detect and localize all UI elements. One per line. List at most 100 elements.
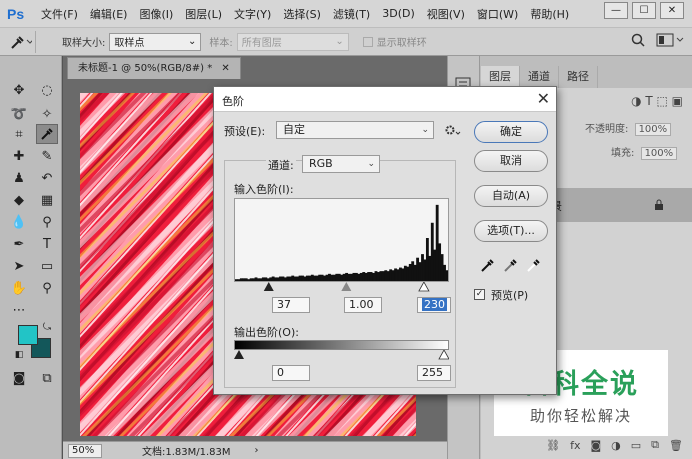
output-levels-slider[interactable] — [234, 350, 449, 360]
eraser-tool-icon[interactable]: ◆ — [8, 190, 30, 210]
channel-select[interactable]: RGB ⌄ — [302, 155, 380, 173]
menu-type[interactable]: 文字(Y) — [234, 6, 271, 22]
default-colors-icon[interactable]: ◧ — [12, 348, 26, 362]
trash-icon[interactable]: 🗑 — [669, 439, 683, 452]
workspace-switcher-icon[interactable] — [656, 32, 686, 48]
sample-size-select[interactable]: 取样点 ⌄ — [109, 32, 202, 51]
new-layer-icon[interactable]: ⧉ — [651, 438, 659, 452]
input-gamma-field[interactable]: 1.00 — [344, 297, 382, 313]
output-black-handle[interactable] — [234, 350, 244, 359]
histogram-bar — [406, 266, 410, 281]
menu-image[interactable]: 图像(I) — [139, 6, 173, 22]
eyedropper-tool-icon[interactable] — [36, 124, 58, 144]
move-tool-icon[interactable]: ✥ — [8, 80, 30, 100]
history-brush-tool-icon[interactable]: ↶ — [36, 168, 58, 188]
screen-mode-icon[interactable]: ⧉ — [36, 368, 58, 388]
output-white-handle[interactable] — [438, 350, 449, 360]
adjustment-layer-icon[interactable]: ◑ — [611, 439, 621, 452]
menu-window[interactable]: 窗口(W) — [477, 6, 518, 22]
hand-tool-icon[interactable]: ✋ — [8, 278, 30, 298]
menu-select[interactable]: 选择(S) — [283, 6, 321, 22]
preview-checkbox[interactable]: ✓ — [474, 289, 485, 300]
foreground-color-swatch[interactable] — [18, 325, 38, 345]
dialog-titlebar[interactable]: 色阶 ✕ — [214, 87, 556, 112]
auto-button[interactable]: 自动(A) — [474, 185, 548, 207]
input-black-handle[interactable] — [263, 282, 274, 291]
close-icon[interactable]: ✕ — [537, 90, 550, 108]
cancel-button[interactable]: 取消 — [474, 150, 548, 172]
options-bar: 取样大小: 取样点 ⌄ 样本: 所有图层 ⌄ 显示取样环 — [0, 27, 692, 56]
pen-tool-icon[interactable]: ✒ — [8, 234, 30, 254]
link-layers-icon[interactable]: ⛓ — [546, 439, 560, 452]
swap-colors-icon[interactable]: ⤿ — [40, 320, 54, 334]
type-tool-icon[interactable]: T — [36, 234, 58, 254]
input-levels-slider[interactable] — [234, 282, 449, 292]
tab-layers[interactable]: 图层 — [481, 66, 520, 88]
histogram-bar — [274, 277, 278, 281]
opacity-field[interactable]: 100% — [634, 123, 672, 136]
tools-panel: ✥ ◌ ➰ ✧ ⌗ ✚ ✎ ♟ ↶ ◆ ▦ 💧 ⚲ ✒ T ➤ ▭ ✋ ⚲ ⋯ … — [0, 56, 62, 459]
preset-label: 预设(E): — [224, 125, 266, 138]
search-icon[interactable] — [630, 32, 646, 48]
menu-filter[interactable]: 滤镜(T) — [333, 6, 370, 22]
restore-button[interactable]: ☐ — [632, 2, 656, 19]
more-tools-icon[interactable]: ⋯ — [8, 300, 30, 320]
minimize-button[interactable]: — — [604, 2, 628, 19]
menu-help[interactable]: 帮助(H) — [530, 6, 569, 22]
menu-view[interactable]: 视图(V) — [427, 6, 465, 22]
brush-tool-icon[interactable]: ✎ — [36, 146, 58, 166]
gear-icon[interactable] — [444, 123, 462, 137]
menu-3d[interactable]: 3D(D) — [382, 7, 415, 20]
menu-edit[interactable]: 编辑(E) — [90, 6, 128, 22]
menu-file[interactable]: 文件(F) — [41, 6, 78, 22]
gradient-tool-icon[interactable]: ▦ — [36, 190, 58, 210]
histogram-bar — [401, 268, 405, 281]
close-tab-icon[interactable]: ✕ — [221, 63, 229, 74]
histogram-bar — [269, 277, 273, 281]
histogram-bar — [372, 272, 375, 281]
zoom-tool-icon[interactable]: ⚲ — [36, 278, 58, 298]
fill-field[interactable]: 100% — [640, 147, 678, 160]
new-group-icon[interactable]: ▭ — [631, 439, 641, 452]
dodge-tool-icon[interactable]: ⚲ — [36, 212, 58, 232]
fx-icon[interactable]: fx — [570, 439, 580, 452]
add-mask-icon[interactable]: ◙ — [590, 439, 601, 452]
white-point-eyedropper-icon[interactable] — [526, 257, 542, 273]
quick-mask-icon[interactable]: ◙ — [8, 368, 30, 388]
preset-select[interactable]: 自定 ⌄ — [276, 121, 434, 139]
ok-button[interactable]: 确定 — [474, 121, 548, 143]
output-black-field[interactable]: 0 — [272, 365, 310, 381]
zoom-field[interactable]: 50% — [68, 443, 102, 458]
histogram-bar — [296, 276, 300, 281]
show-sampling-ring-checkbox[interactable] — [362, 36, 373, 47]
input-white-handle[interactable] — [418, 282, 430, 292]
clone-stamp-tool-icon[interactable]: ♟ — [8, 168, 30, 188]
marquee-tool-icon[interactable]: ◌ — [36, 80, 58, 100]
black-point-eyedropper-icon[interactable] — [480, 257, 496, 273]
output-white-field[interactable]: 255 — [417, 365, 451, 381]
input-white-field[interactable]: 230 — [417, 297, 451, 313]
tab-paths[interactable]: 路径 — [559, 66, 598, 88]
input-gamma-handle[interactable] — [341, 282, 352, 291]
tool-preset-picker[interactable] — [4, 30, 36, 53]
gray-point-eyedropper-icon[interactable] — [503, 257, 519, 273]
options-button[interactable]: 选项(T)... — [474, 220, 548, 242]
checkmark-icon: ✓ — [475, 289, 484, 299]
tab-channels[interactable]: 通道 — [520, 66, 559, 88]
menu-layer[interactable]: 图层(L) — [185, 6, 222, 22]
close-window-button[interactable]: ✕ — [660, 2, 684, 19]
document-tab[interactable]: 未标题-1 @ 50%(RGB/8#) * ✕ — [67, 57, 241, 79]
crop-tool-icon[interactable]: ⌗ — [8, 124, 30, 144]
blur-tool-icon[interactable]: 💧 — [8, 212, 30, 232]
status-menu-arrow-icon[interactable]: › — [255, 445, 259, 456]
rectangle-tool-icon[interactable]: ▭ — [36, 256, 58, 276]
lasso-tool-icon[interactable]: ➰ — [8, 104, 30, 124]
histogram-bar — [283, 277, 287, 281]
magic-wand-tool-icon[interactable]: ✧ — [36, 104, 58, 124]
healing-brush-tool-icon[interactable]: ✚ — [8, 146, 30, 166]
sample-select[interactable]: 所有图层 ⌄ — [236, 32, 349, 51]
histogram-bar — [254, 277, 258, 281]
histogram-bar — [367, 272, 371, 281]
path-selection-tool-icon[interactable]: ➤ — [8, 256, 30, 276]
input-black-field[interactable]: 37 — [272, 297, 310, 313]
